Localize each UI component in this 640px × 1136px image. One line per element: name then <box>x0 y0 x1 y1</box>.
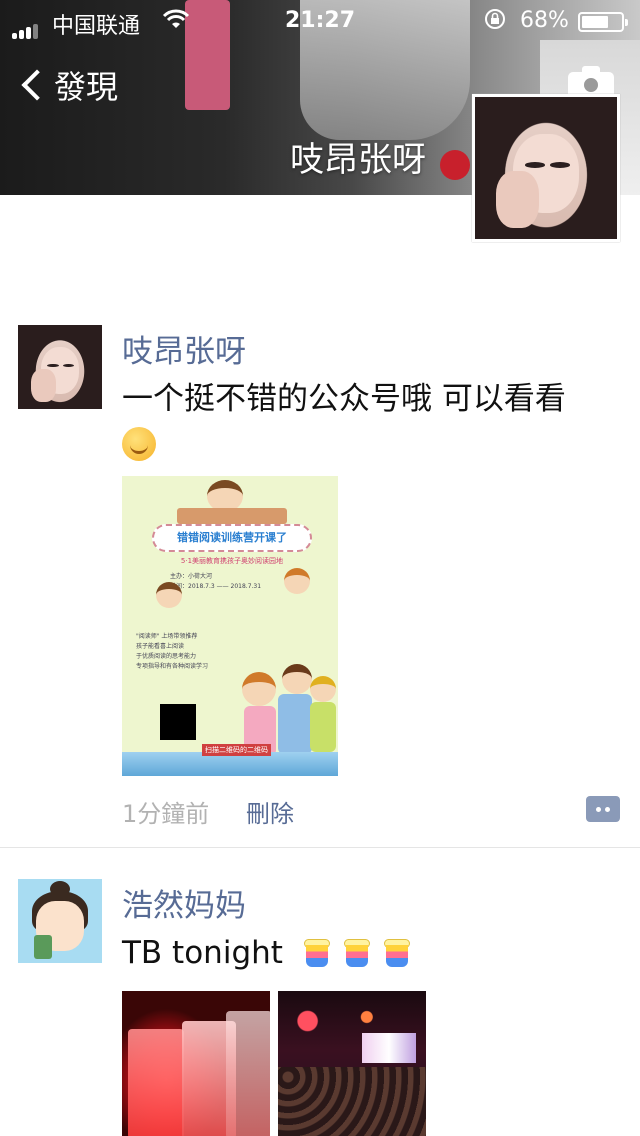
post-time: 1分鐘前 <box>122 800 210 828</box>
poster-list-line: 于优质阅读的思考能力 <box>136 653 197 660</box>
avatar[interactable] <box>18 879 102 963</box>
battery-icon <box>578 12 628 32</box>
smile-emoji-icon <box>122 427 156 461</box>
kid-illustration <box>278 694 312 754</box>
comment-icon[interactable] <box>586 796 620 822</box>
kid-illustration <box>310 676 336 702</box>
poster-info-line: 主办：小荷大河 <box>170 573 213 580</box>
poster-subtitle: 5·1美丽教育携孩子奥妙阅读园地 <box>180 557 284 565</box>
kid-illustration <box>310 702 336 752</box>
qr-code <box>160 704 196 740</box>
author-name[interactable]: 吱昂张呀 <box>122 326 246 371</box>
back-button[interactable]: 發現 <box>18 62 118 108</box>
poster-info-line: 时间：2018.7.3 —— 2018.7.31 <box>170 583 262 590</box>
post-image[interactable]: 错错阅读训练营开课了 5·1美丽教育携孩子奥妙阅读园地 主办：小荷大河 时间：2… <box>122 476 338 776</box>
post-photo[interactable] <box>278 991 426 1136</box>
orientation-lock-icon <box>484 8 506 35</box>
battery-percent: 68% <box>520 8 569 33</box>
profile-avatar[interactable] <box>472 94 620 242</box>
poster-list-line: "阅读师" 上场带领推荐 <box>136 633 198 640</box>
cover-shape <box>440 150 470 180</box>
kid-illustration <box>242 672 276 706</box>
poster-info: 主办：小荷大河 时间：2018.7.3 —— 2018.7.31 <box>170 572 261 592</box>
post-text: TB tonight <box>122 930 612 976</box>
beer-emoji-icon <box>343 937 373 969</box>
qr-label: 扫描二维码的二维码 <box>202 744 271 756</box>
profile-name[interactable]: 吱昂张呀 <box>290 132 426 181</box>
post-text-content: TB tonight <box>122 935 283 971</box>
avatar[interactable] <box>18 325 102 409</box>
post-photo[interactable] <box>122 991 270 1136</box>
kid-illustration <box>282 664 312 694</box>
chevron-left-icon <box>21 69 53 101</box>
status-bar: 中国联通 21:27 68% <box>0 0 640 40</box>
poster-list-line: 孩子能看喜上阅读 <box>136 643 185 650</box>
battery-fill <box>582 16 608 28</box>
beer-emoji-icon <box>303 937 333 969</box>
post-text: 一个挺不错的公众号哦 可以看看 <box>122 376 612 468</box>
divider <box>0 847 640 848</box>
poster-list-line: 专项指导和有各种阅读学习 <box>136 663 209 670</box>
delete-button[interactable]: 刪除 <box>246 794 294 829</box>
back-label: 發現 <box>54 68 119 106</box>
book-illustration <box>177 508 287 524</box>
author-name[interactable]: 浩然妈妈 <box>122 880 246 925</box>
kid-illustration <box>156 582 182 608</box>
poster-banner: 错错阅读训练营开课了 <box>152 524 312 552</box>
poster-list: "阅读师" 上场带领推荐 孩子能看喜上阅读 于优质阅读的思考能力 专项指导和有各… <box>136 632 208 672</box>
post-text-content: 一个挺不错的公众号哦 可以看看 <box>122 381 566 417</box>
kid-illustration <box>284 568 310 594</box>
beer-emoji-icon <box>383 937 413 969</box>
